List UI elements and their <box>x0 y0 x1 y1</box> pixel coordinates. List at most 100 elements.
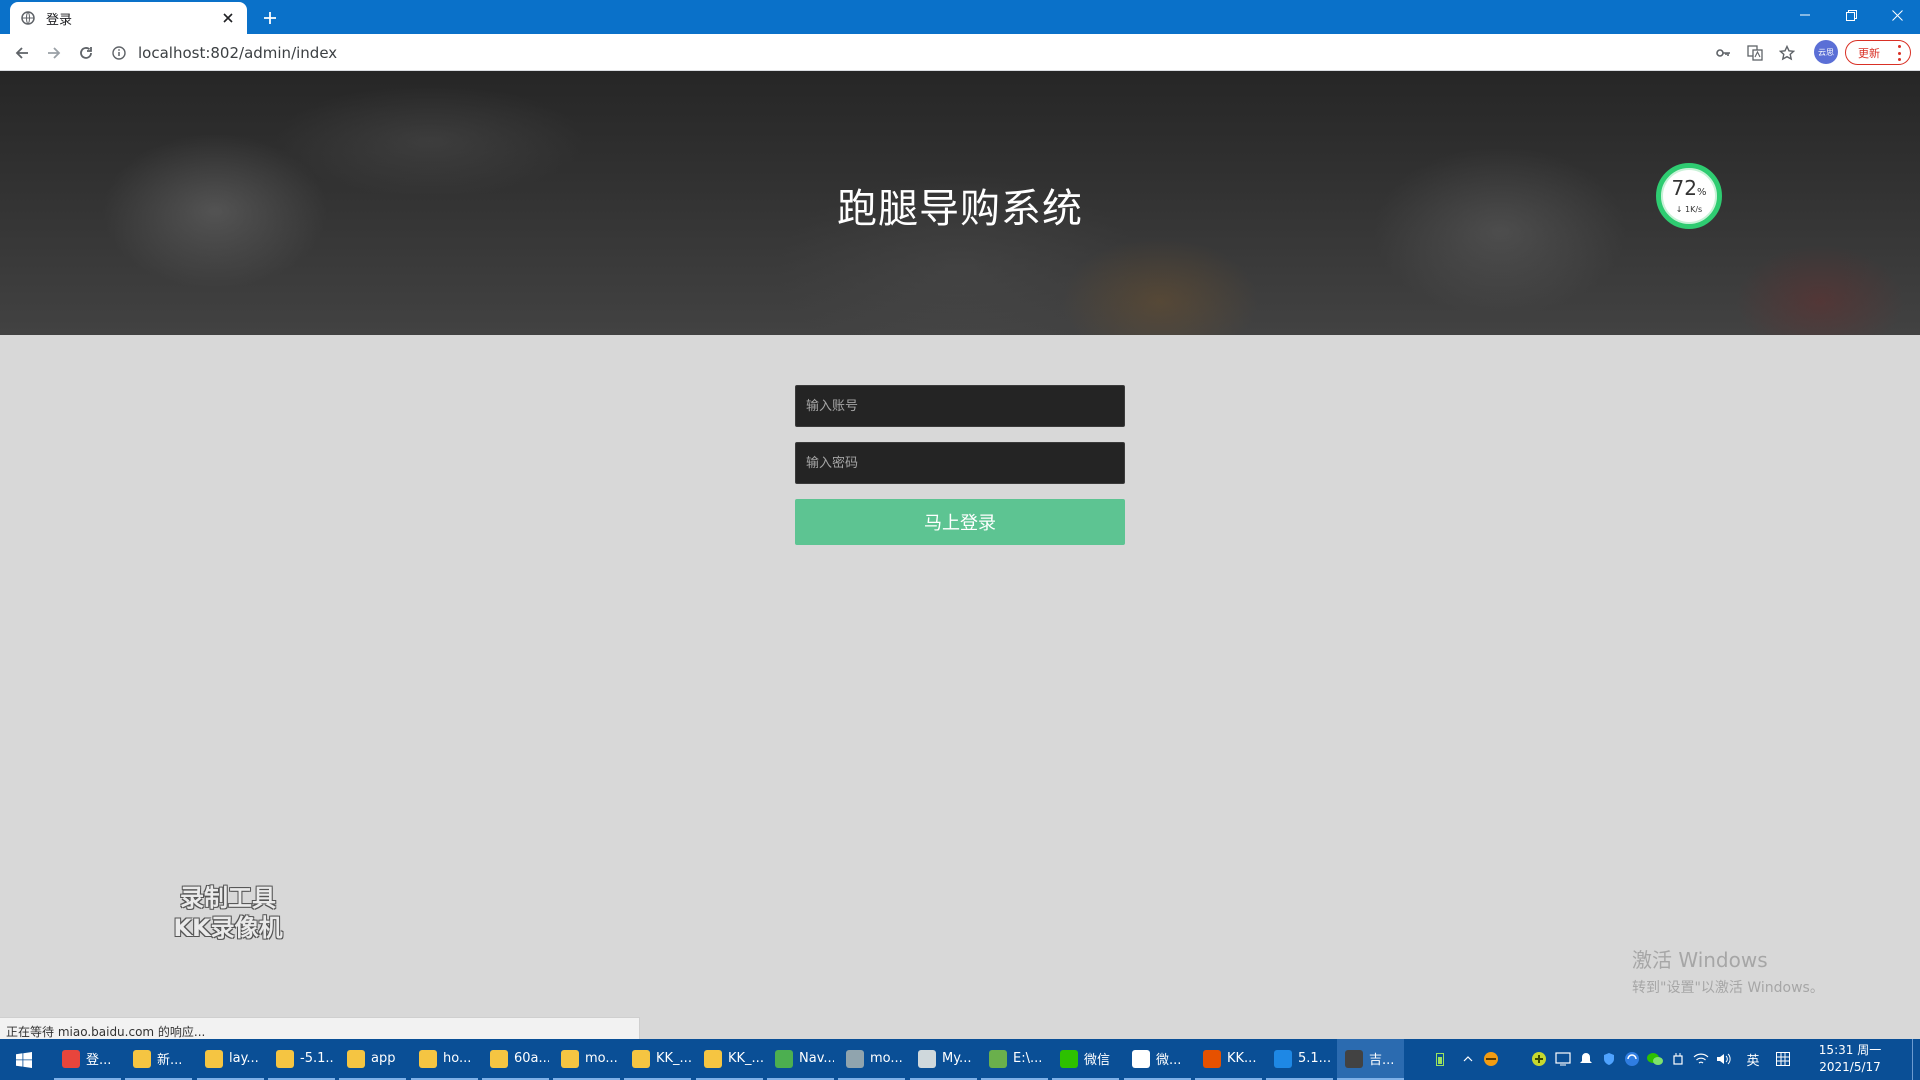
app-tray-icon[interactable] <box>1483 1051 1499 1067</box>
taskbar-item-label: KK_... <box>728 1051 763 1066</box>
show-hidden-icons-icon[interactable] <box>1460 1051 1476 1067</box>
account-input[interactable] <box>795 385 1125 427</box>
taskbar-item[interactable]: KK... <box>1195 1039 1262 1080</box>
restore-icon[interactable] <box>1828 0 1874 30</box>
update-button[interactable]: 更新 <box>1845 40 1911 65</box>
screen-tray-icon[interactable] <box>1555 1051 1571 1067</box>
taskbar-app-icon <box>1345 1049 1363 1068</box>
taskbar-app-icon <box>490 1049 508 1068</box>
taskbar-item[interactable]: 微... <box>1124 1039 1191 1080</box>
browser-tab-strip: 登录 <box>0 0 1920 34</box>
taskbar-item-label: My... <box>942 1051 972 1066</box>
browser-tray-icon[interactable] <box>1624 1051 1640 1067</box>
close-window-icon[interactable] <box>1874 0 1920 30</box>
taskbar-app-icon <box>704 1049 722 1068</box>
plus-tray-icon[interactable] <box>1531 1051 1547 1067</box>
page-title: 跑腿导购系统 <box>837 186 1083 232</box>
taskbar-item[interactable]: 新... <box>125 1039 192 1080</box>
taskbar-item-label: mo... <box>585 1051 618 1066</box>
windows-taskbar: 登... 新... lay... -5.1... app ho... 60a... mo...… <box>0 1039 1920 1080</box>
network-speed-widget[interactable]: 72% ↓ 1K/s <box>1656 163 1722 229</box>
minimize-icon[interactable] <box>1782 0 1828 30</box>
usb-tray-icon[interactable] <box>1670 1051 1686 1067</box>
taskbar-item-label: Nav... <box>799 1051 834 1066</box>
taskbar-app-icon <box>347 1049 365 1068</box>
taskbar-item[interactable]: app <box>339 1039 406 1080</box>
taskbar-item-label: KK... <box>1227 1051 1257 1066</box>
taskbar-app-icon <box>632 1049 650 1068</box>
taskbar-item-label: -5.1... <box>300 1051 335 1066</box>
translate-icon[interactable] <box>1742 40 1768 66</box>
taskbar-item[interactable]: Nav... <box>767 1039 834 1080</box>
shield-tray-icon[interactable] <box>1601 1051 1617 1067</box>
globe-icon <box>20 10 36 26</box>
login-form: 马上登录 <box>795 385 1125 545</box>
taskbar-app-icon <box>1274 1049 1292 1068</box>
taskbar-item[interactable]: 微信 <box>1052 1039 1119 1080</box>
wechat-tray-icon[interactable] <box>1647 1051 1663 1067</box>
taskbar-clock[interactable]: 15:31 周一 2021/5/17 <box>1810 1042 1890 1076</box>
taskbar-app-icon <box>205 1049 223 1068</box>
taskbar-item-label: 登... <box>86 1053 112 1068</box>
login-button[interactable]: 马上登录 <box>795 499 1125 545</box>
notification-bell-icon[interactable] <box>1578 1051 1594 1067</box>
taskbar-item-label: 新... <box>157 1053 183 1068</box>
bookmark-star-icon[interactable] <box>1774 40 1800 66</box>
wifi-icon[interactable] <box>1693 1051 1709 1067</box>
back-icon[interactable] <box>9 40 35 66</box>
taskbar-item[interactable]: mo... <box>838 1039 905 1080</box>
taskbar-item[interactable]: KK_... <box>624 1039 691 1080</box>
taskbar-item-label: E:\... <box>1013 1051 1043 1066</box>
show-desktop-button[interactable] <box>1912 1039 1920 1080</box>
windows-start-icon[interactable] <box>0 1039 48 1080</box>
new-tab-icon[interactable] <box>258 6 282 30</box>
activate-windows-watermark: 激活 Windows 转到"设置"以激活 Windows。 <box>1632 948 1824 996</box>
widget-percent: 72% <box>1671 176 1707 200</box>
battery-icon[interactable] <box>1432 1051 1448 1067</box>
taskbar-item-label: 5.1... <box>1298 1051 1332 1066</box>
browser-status-bar: 正在等待 miao.baidu.com 的响应... <box>0 1017 640 1039</box>
taskbar-app-icon <box>1060 1049 1078 1068</box>
address-bar[interactable]: localhost:802/admin/index <box>110 38 1710 67</box>
browser-toolbar: localhost:802/admin/index <box>0 34 1920 71</box>
ime-indicator[interactable]: 英 <box>1745 1051 1761 1069</box>
taskbar-item[interactable]: E:\... <box>981 1039 1048 1080</box>
taskbar-item-label: 微... <box>1156 1053 1182 1068</box>
taskbar-app-icon <box>561 1049 579 1068</box>
volume-icon[interactable] <box>1716 1051 1732 1067</box>
taskbar-item[interactable]: KK_... <box>696 1039 763 1080</box>
taskbar-item-label: ho... <box>443 1051 472 1066</box>
more-menu-icon[interactable] <box>1898 45 1902 61</box>
taskbar-item-label: 吉... <box>1369 1053 1395 1068</box>
taskbar-item[interactable]: 60a... <box>482 1039 549 1080</box>
browser-tab[interactable]: 登录 <box>10 2 247 34</box>
taskbar-item[interactable]: 登... <box>54 1039 121 1080</box>
widget-speed: ↓ 1K/s <box>1675 205 1703 214</box>
taskbar-app-icon <box>419 1049 437 1068</box>
taskbar-app-icon <box>1132 1049 1150 1068</box>
status-text: 正在等待 miao.baidu.com 的响应... <box>6 1025 206 1039</box>
taskbar-item[interactable]: -5.1... <box>268 1039 335 1080</box>
tab-title: 登录 <box>46 12 73 28</box>
keyboard-grid-icon[interactable] <box>1775 1051 1791 1067</box>
taskbar-item[interactable]: 吉... <box>1337 1039 1404 1080</box>
taskbar-item[interactable]: 5.1... <box>1266 1039 1333 1080</box>
taskbar-app-icon <box>775 1049 793 1068</box>
hero-banner: 跑腿导购系统 <box>0 71 1920 335</box>
taskbar-app-icon <box>918 1049 936 1068</box>
forward-icon[interactable] <box>41 40 67 66</box>
taskbar-item-label: lay... <box>229 1051 259 1066</box>
profile-avatar[interactable]: 云思 <box>1814 40 1838 64</box>
taskbar-item[interactable]: My... <box>910 1039 977 1080</box>
info-icon[interactable] <box>110 44 128 62</box>
url-text[interactable]: localhost:802/admin/index <box>138 44 337 62</box>
close-tab-icon[interactable] <box>219 9 237 27</box>
taskbar-item[interactable]: ho... <box>411 1039 478 1080</box>
taskbar-app-icon <box>1203 1049 1221 1068</box>
key-icon[interactable] <box>1710 40 1736 66</box>
update-label: 更新 <box>1858 46 1880 60</box>
taskbar-item[interactable]: lay... <box>197 1039 264 1080</box>
reload-icon[interactable] <box>73 40 99 66</box>
taskbar-item[interactable]: mo... <box>553 1039 620 1080</box>
password-input[interactable] <box>795 442 1125 484</box>
